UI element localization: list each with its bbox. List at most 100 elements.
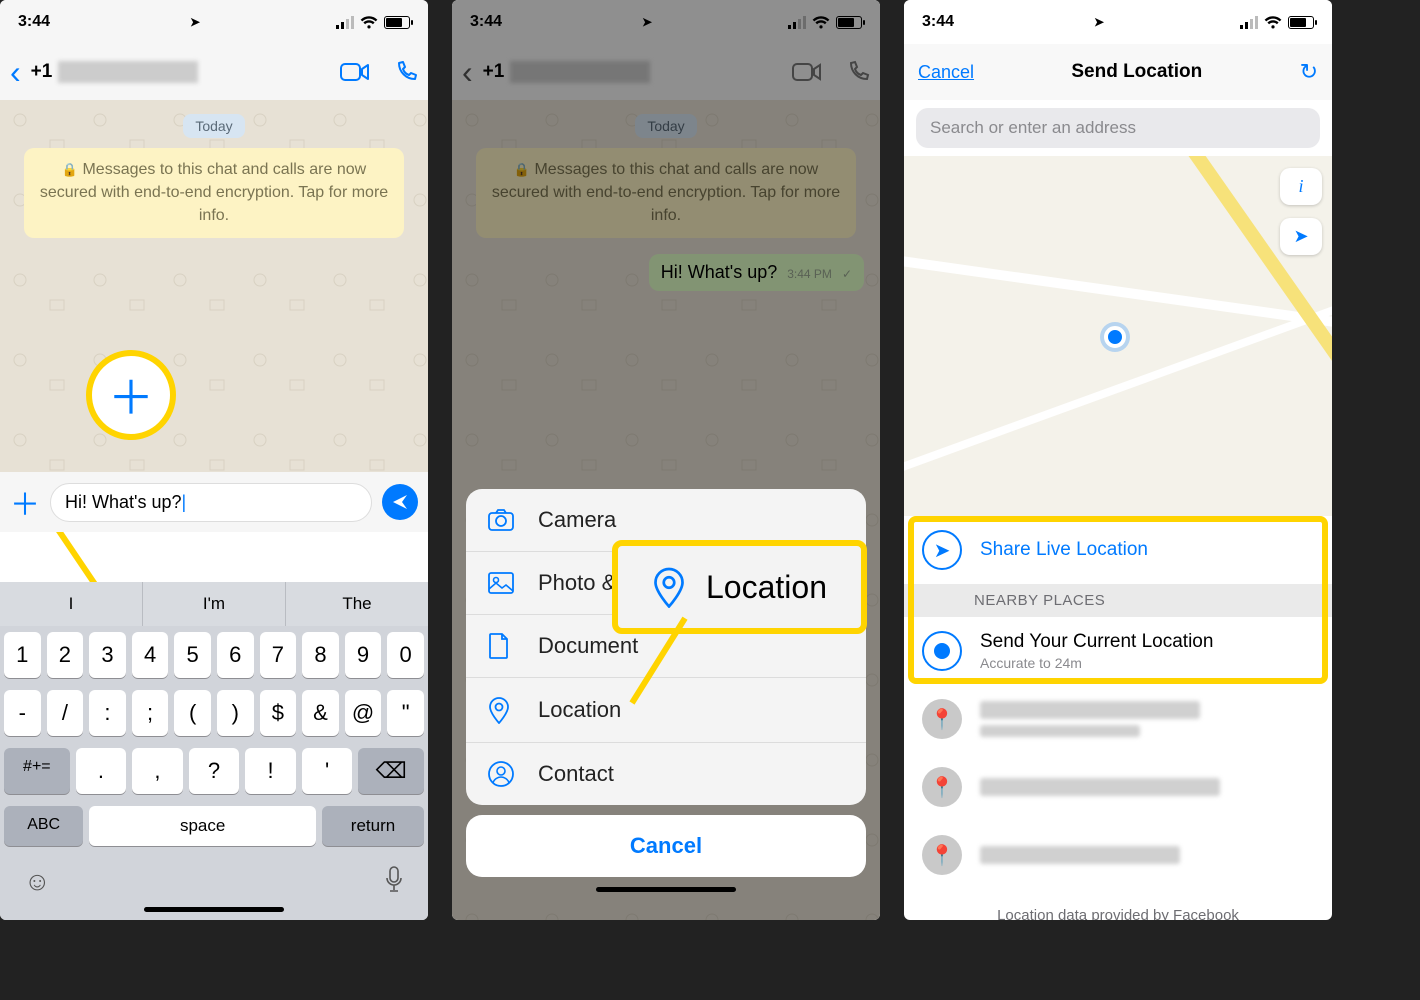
status-right (336, 16, 410, 29)
suggestion-2[interactable]: I'm (143, 582, 286, 626)
key-backspace[interactable]: ⌫ (358, 748, 424, 794)
status-time: 3:44 (18, 13, 50, 31)
photo-icon (488, 572, 516, 594)
accuracy-label: Accurate to 24m (980, 655, 1213, 671)
current-location-dot (1104, 326, 1126, 348)
key-1[interactable]: 1 (4, 632, 41, 678)
voice-call-icon[interactable] (394, 60, 418, 84)
sheet-contact[interactable]: Contact (466, 743, 866, 805)
encryption-text: Messages to this chat and calls are now … (40, 161, 388, 224)
location-options-list: ➤ Share Live Location NEARBY PLACES Send… (904, 516, 1332, 889)
key-abc[interactable]: ABC (4, 806, 83, 846)
map-recenter-button[interactable]: ➤ (1280, 218, 1322, 255)
attach-plus-button[interactable]: ＋ (10, 480, 40, 524)
location-services-icon: ➤ (1094, 15, 1104, 29)
key-4[interactable]: 4 (132, 632, 169, 678)
callout-label: Location (706, 569, 827, 606)
wifi-icon (360, 16, 378, 29)
lock-icon: 🔒 (62, 162, 78, 177)
key-6[interactable]: 6 (217, 632, 254, 678)
back-icon[interactable]: ‹ (10, 54, 21, 91)
nearby-place-row[interactable]: 📍 (904, 753, 1332, 821)
key-question[interactable]: ? (189, 748, 240, 794)
message-input[interactable]: Hi! What's up?| (50, 483, 372, 522)
contact-name[interactable]: +1 (31, 61, 316, 83)
cancel-button[interactable]: Cancel (918, 62, 974, 83)
refresh-icon[interactable]: ↻ (1300, 59, 1318, 85)
status-time: 3:44 (922, 13, 954, 31)
key-shift-symbols[interactable]: #+= (4, 748, 70, 794)
send-location-navbar: Cancel Send Location ↻ (904, 44, 1332, 100)
contact-name-redacted (58, 61, 198, 83)
dictation-icon[interactable] (384, 866, 404, 897)
keyboard: I I'm The 1 2 3 4 5 6 7 8 9 0 - / : ; ( … (0, 582, 428, 920)
document-icon (488, 633, 516, 659)
key-2[interactable]: 2 (47, 632, 84, 678)
place-name-redacted (980, 846, 1180, 864)
encryption-banner[interactable]: 🔒 Messages to this chat and calls are no… (24, 148, 404, 238)
map-view[interactable]: i ➤ (904, 156, 1332, 516)
chat-header: ‹ +1 (0, 44, 428, 100)
key-rparen[interactable]: ) (217, 690, 254, 736)
keyboard-suggestions: I I'm The (0, 582, 428, 626)
send-button[interactable] (382, 484, 418, 520)
key-comma[interactable]: , (132, 748, 183, 794)
nearby-place-row[interactable]: 📍 (904, 685, 1332, 753)
cellular-icon (336, 16, 354, 29)
emoji-icon[interactable]: ☺ (24, 866, 51, 897)
key-3[interactable]: 3 (89, 632, 126, 678)
key-at[interactable]: @ (345, 690, 382, 736)
share-live-label: Share Live Location (980, 539, 1148, 561)
key-return[interactable]: return (322, 806, 424, 846)
nearby-place-row[interactable]: 📍 (904, 821, 1332, 889)
place-address-redacted (980, 725, 1140, 737)
sheet-label: Contact (538, 761, 614, 787)
key-8[interactable]: 8 (302, 632, 339, 678)
key-7[interactable]: 7 (260, 632, 297, 678)
home-indicator[interactable] (144, 907, 284, 912)
suggestion-3[interactable]: The (286, 582, 428, 626)
keyboard-row-bottom: ABC space return (0, 800, 428, 860)
key-quote[interactable]: " (387, 690, 424, 736)
address-search-input[interactable]: Search or enter an address (916, 108, 1320, 148)
suggestion-1[interactable]: I (0, 582, 143, 626)
key-dollar[interactable]: $ (260, 690, 297, 736)
battery-icon (384, 16, 410, 29)
map-info-button[interactable]: i (1280, 168, 1322, 205)
place-name-redacted (980, 778, 1220, 796)
video-call-icon[interactable] (340, 62, 370, 82)
sheet-location[interactable]: Location (466, 678, 866, 743)
key-period[interactable]: . (76, 748, 127, 794)
wifi-icon (1264, 16, 1282, 29)
chat-body: Today 🔒 Messages to this chat and calls … (0, 100, 428, 492)
home-indicator[interactable] (596, 887, 736, 892)
key-slash[interactable]: / (47, 690, 84, 736)
page-title: Send Location (1071, 61, 1202, 83)
key-5[interactable]: 5 (174, 632, 211, 678)
key-0[interactable]: 0 (387, 632, 424, 678)
location-pin-icon (652, 566, 686, 608)
key-space[interactable]: space (89, 806, 316, 846)
location-data-attribution[interactable]: Location data provided by Facebook (904, 889, 1332, 920)
status-bar: 3:44 ➤ (0, 0, 428, 44)
compose-bar: ＋ Hi! What's up?| (0, 472, 428, 532)
sheet-cancel-button[interactable]: Cancel (466, 815, 866, 877)
cellular-icon (1240, 16, 1258, 29)
place-name-redacted (980, 701, 1200, 719)
screen-chat-compose: 3:44 ➤ ‹ +1 Today 🔒 Messages to this chat… (0, 0, 428, 920)
key-lparen[interactable]: ( (174, 690, 211, 736)
key-9[interactable]: 9 (345, 632, 382, 678)
location-services-icon: ➤ (190, 15, 200, 29)
key-dash[interactable]: - (4, 690, 41, 736)
key-apostrophe[interactable]: ' (302, 748, 353, 794)
key-exclaim[interactable]: ! (245, 748, 296, 794)
place-pin-icon: 📍 (922, 767, 962, 807)
key-colon[interactable]: : (89, 690, 126, 736)
keyboard-row-symbols: - / : ; ( ) $ & @ " (0, 684, 428, 742)
key-amp[interactable]: & (302, 690, 339, 736)
send-current-location-row[interactable]: Send Your Current Location Accurate to 2… (904, 617, 1332, 685)
share-live-location-row[interactable]: ➤ Share Live Location (904, 516, 1332, 584)
key-semicolon[interactable]: ; (132, 690, 169, 736)
screen-attachment-sheet: 3:44➤ ‹ +1 Today 🔒 Messages to this chat… (452, 0, 880, 920)
place-pin-icon: 📍 (922, 835, 962, 875)
